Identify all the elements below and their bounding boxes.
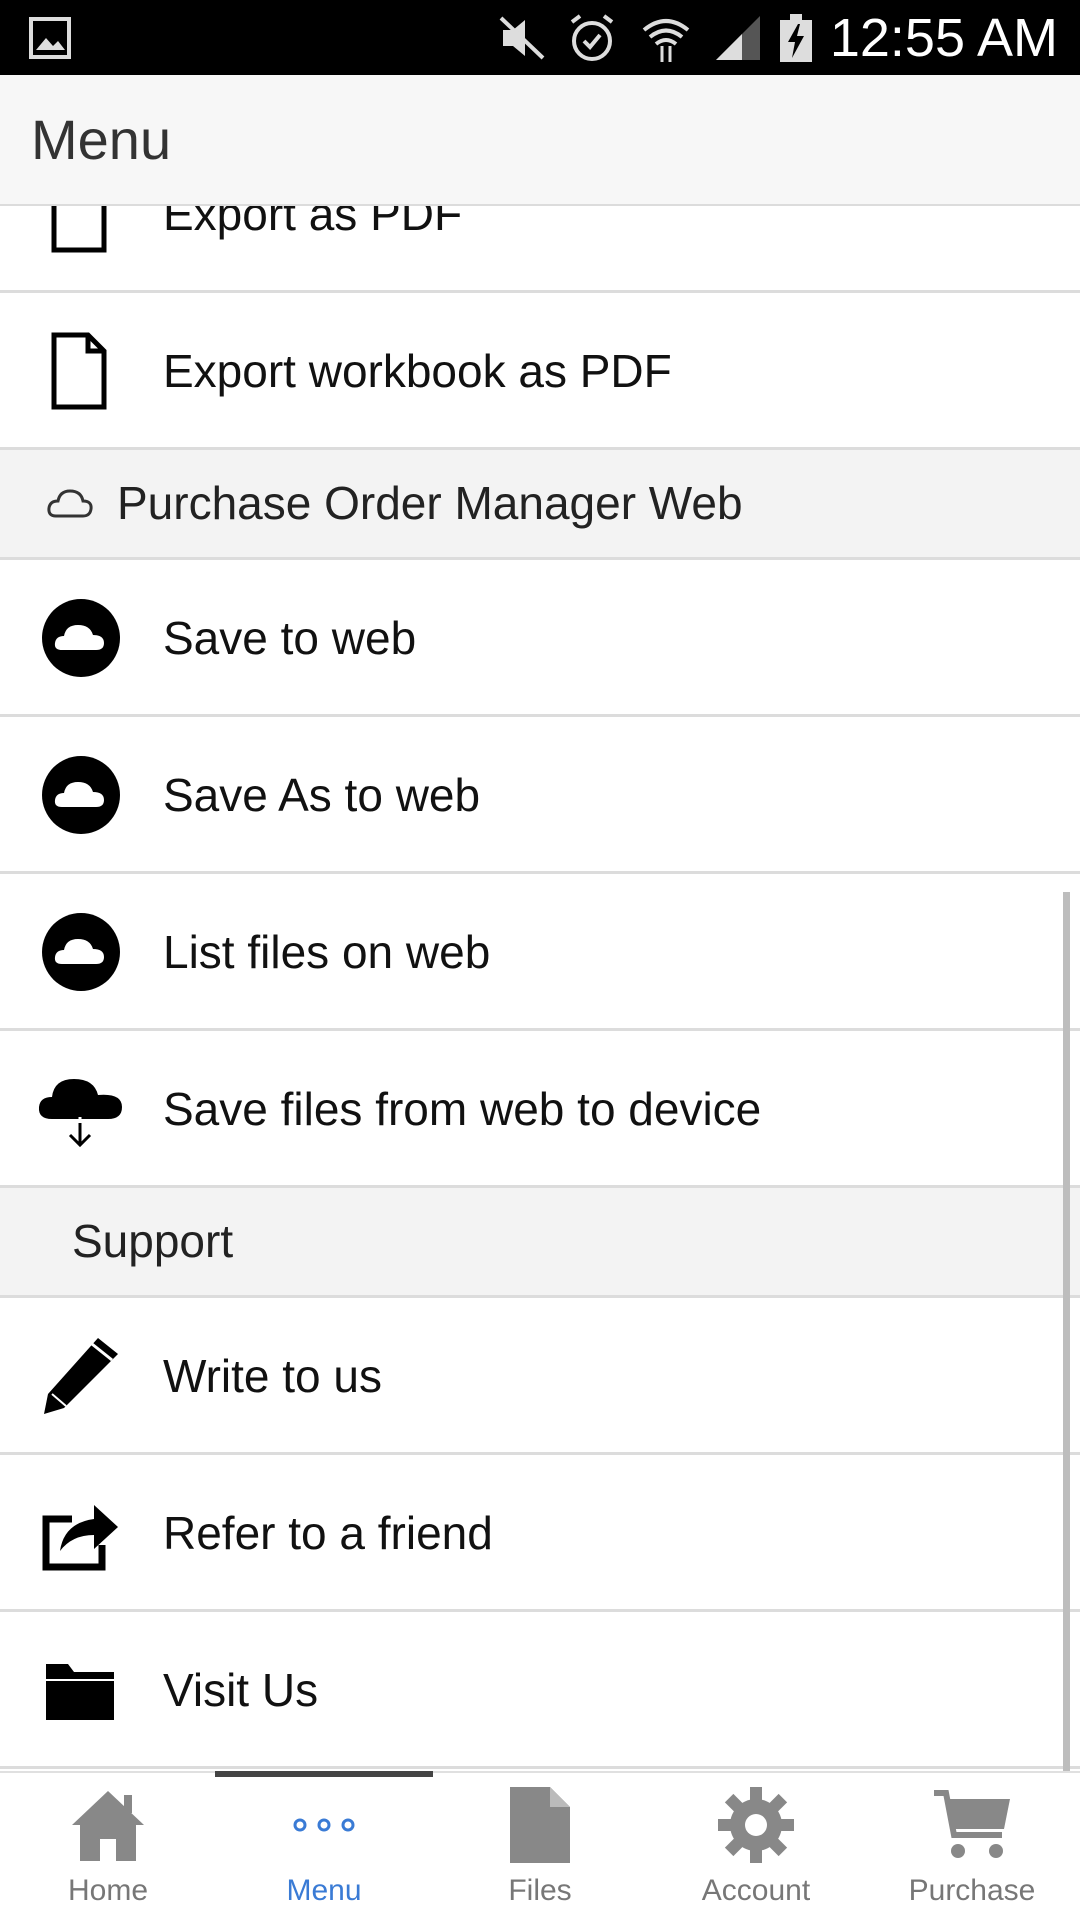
nav-item-menu[interactable]: Menu [216, 1773, 432, 1922]
menu-item-save-as-to-web[interactable]: Save As to web [0, 717, 1080, 874]
file-icon [510, 1787, 570, 1863]
section-header-label: Support [72, 1215, 234, 1267]
status-bar: 12:55 AM [0, 0, 1080, 75]
gallery-icon [29, 17, 71, 59]
nav-label: Home [67, 1874, 149, 1907]
cloud-circle-icon [42, 756, 120, 834]
cloud-circle-icon [42, 913, 120, 991]
cloud-outline-icon [47, 489, 93, 518]
document-icon [51, 332, 107, 410]
share-icon [42, 1505, 118, 1571]
menu-item-label: Write to us [163, 1350, 382, 1402]
menu-item-label: Save As to web [163, 769, 481, 821]
nav-item-account[interactable]: Account [648, 1773, 864, 1922]
menu-item-export-pdf[interactable]: Export as PDF [0, 206, 1080, 293]
scrollbar[interactable] [1063, 892, 1070, 1772]
menu-item-export-workbook-pdf[interactable]: Export workbook as PDF [0, 293, 1080, 450]
home-icon [72, 1791, 144, 1861]
nav-label: Purchase [908, 1874, 1036, 1907]
nav-item-purchase[interactable]: Purchase [864, 1773, 1080, 1922]
wifi-icon [642, 19, 690, 62]
pencil-icon [44, 1338, 118, 1414]
cloud-circle-icon [42, 599, 120, 677]
document-icon [51, 206, 107, 253]
menu-item-list-files-web[interactable]: List files on web [0, 874, 1080, 1031]
menu-list-scroll[interactable]: Export as PDF Export workbook as PDF Pur… [0, 206, 1080, 1771]
menu-item-label: Visit Us [163, 1664, 319, 1716]
menu-item-visit-us[interactable]: Visit Us [0, 1612, 1080, 1769]
nav-label: Files [508, 1874, 572, 1907]
menu-item-refer-friend[interactable]: Refer to a friend [0, 1455, 1080, 1612]
bottom-nav: Home Menu Files Account Purchase [0, 1771, 1080, 1920]
alarm-icon [570, 14, 614, 61]
cloud-download-icon [38, 1079, 122, 1148]
menu-list: Export as PDF Export workbook as PDF Pur… [0, 206, 1080, 1769]
menu-item-save-to-web[interactable]: Save to web [0, 560, 1080, 717]
page-title: Menu [31, 108, 172, 171]
battery-charging-icon [780, 14, 812, 62]
section-header-support: Support [0, 1188, 1080, 1298]
folder-icon [46, 1664, 114, 1720]
section-header-label: Purchase Order Manager Web [117, 477, 743, 529]
menu-item-write-to-us[interactable]: Write to us [0, 1298, 1080, 1455]
menu-item-save-files-web-device[interactable]: Save files from web to device [0, 1031, 1080, 1188]
gear-icon [718, 1787, 794, 1863]
section-header-web: Purchase Order Manager Web [0, 450, 1080, 560]
app-bar: Menu [0, 75, 1080, 206]
nav-item-files[interactable]: Files [432, 1773, 648, 1922]
more-horizontal-icon [293, 1818, 355, 1832]
cart-icon [934, 1790, 1010, 1858]
nav-label: Menu [286, 1874, 362, 1907]
menu-item-label: Save files from web to device [163, 1083, 762, 1135]
menu-item-label: Export workbook as PDF [163, 345, 672, 397]
menu-item-label: Refer to a friend [163, 1507, 493, 1559]
nav-label: Account [701, 1874, 811, 1907]
menu-item-label: Export as PDF [163, 206, 463, 240]
signal-icon [716, 16, 760, 60]
status-time: 12:55 AM [829, 8, 1058, 68]
mute-icon [499, 16, 545, 60]
nav-item-home[interactable]: Home [0, 1773, 216, 1922]
menu-item-label: List files on web [163, 926, 491, 978]
menu-item-label: Save to web [163, 612, 417, 664]
